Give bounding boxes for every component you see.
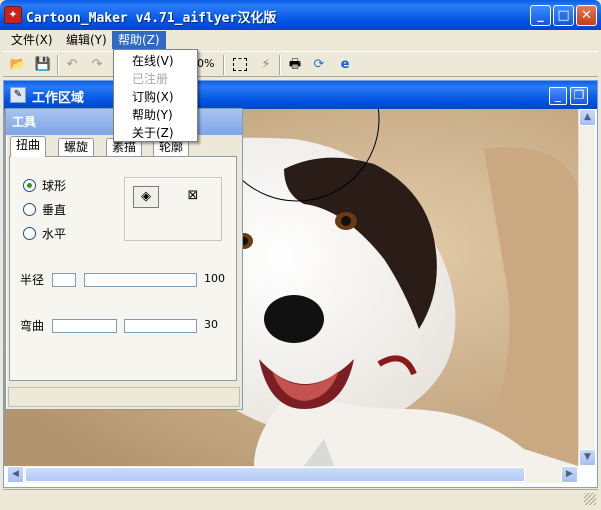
pinch-out-icon[interactable]: ◈ — [133, 186, 159, 208]
minimize-button[interactable]: _ — [530, 5, 551, 26]
close-icon: ✕ — [581, 8, 592, 23]
toolbar-separator — [223, 55, 225, 75]
scroll-down-icon[interactable]: ▼ — [579, 449, 596, 466]
menu-edit[interactable]: 编辑(Y) — [60, 31, 113, 49]
distort-mode-group: ◈ ⊠ — [124, 177, 222, 241]
status-bar — [3, 489, 598, 507]
radio-horizontal[interactable] — [23, 227, 36, 240]
bend-value: 30 — [204, 318, 218, 331]
scroll-left-icon[interactable]: ◀ — [7, 466, 24, 483]
open-folder-icon[interactable]: 📂 — [7, 55, 29, 75]
bend-label: 弯曲 — [20, 319, 45, 333]
work-area-icon: ✎ — [10, 87, 26, 103]
close-button[interactable]: ✕ — [576, 5, 597, 26]
undo-icon[interactable]: ↶ — [61, 55, 83, 75]
help-menu-about[interactable]: 关于(Z) — [116, 124, 195, 142]
pinch-in-icon[interactable]: ⊠ — [180, 186, 206, 208]
radio-sphere[interactable] — [23, 179, 36, 192]
window-title: Cartoon_Maker v4.71_aiflyer汉化版 — [26, 11, 277, 26]
help-menu-help[interactable]: 帮助(Y) — [116, 106, 195, 124]
tab-spiral[interactable]: 螺旋 — [58, 138, 95, 157]
toolbar-separator — [279, 55, 281, 75]
select-rectangle-icon[interactable] — [229, 55, 251, 75]
radius-input[interactable] — [52, 273, 76, 287]
refresh-icon[interactable]: ⟳ — [308, 55, 330, 75]
horizontal-scroll-thumb[interactable] — [25, 467, 525, 482]
app-icon[interactable]: ✦ — [4, 6, 22, 24]
twist-tab-body: 球形 垂直 水平 ◈ ⊠ 半径 100 弯曲 30 — [9, 156, 237, 381]
help-menu-dropdown: 在线(V) 已注册 订购(X) 帮助(Y) 关于(Z) — [113, 49, 198, 142]
radius-label: 半径 — [20, 273, 45, 287]
menu-file[interactable]: 文件(X) — [5, 31, 59, 49]
help-menu-order[interactable]: 订购(X) — [116, 88, 195, 106]
tool-panel-footer — [8, 387, 240, 407]
magic-wand-icon[interactable]: ⚡ — [255, 55, 277, 75]
maximize-button[interactable]: □ — [553, 5, 574, 26]
work-area-title-bar[interactable]: ✎ 工作区域 _ ❐ — [4, 81, 597, 109]
save-icon[interactable]: 💾 — [32, 55, 54, 75]
radio-sphere-label: 球形 — [42, 179, 67, 193]
scroll-right-icon[interactable]: ▶ — [561, 466, 578, 483]
maximize-icon: □ — [557, 8, 570, 23]
menu-bar: 文件(X) 编辑(Y) 帮助(Z) — [3, 30, 598, 50]
title-bar[interactable]: ✦ Cartoon_Maker v4.71_aiflyer汉化版 _ □ ✕ — [0, 0, 601, 30]
radio-vertical-label: 垂直 — [42, 203, 67, 217]
child-restore-button[interactable]: ❐ — [570, 87, 588, 105]
vertical-scrollbar[interactable]: ▲ ▼ — [578, 109, 596, 466]
scroll-up-icon[interactable]: ▲ — [579, 109, 596, 126]
resize-grip-icon[interactable] — [584, 493, 596, 505]
tool-panel: 工具 扭曲 螺旋 素描 轮廓 球形 垂直 水平 ◈ ⊠ 半径 100 弯曲 30 — [5, 108, 243, 410]
toolbar-separator — [57, 55, 59, 75]
bend-input[interactable] — [52, 319, 117, 333]
toolbar: 📂 💾 ↶ ↷ 0% ⚡ 🖶 ⟳ e — [3, 51, 598, 77]
radio-vertical[interactable] — [23, 203, 36, 216]
tab-twist[interactable]: 扭曲 — [10, 136, 47, 157]
bend-slider[interactable] — [124, 319, 197, 333]
print-icon[interactable]: 🖶 — [284, 55, 306, 75]
zoom-level: 0% — [197, 57, 215, 70]
child-minimize-button[interactable]: _ — [549, 87, 567, 105]
ie-icon[interactable]: e — [334, 55, 356, 75]
radius-value: 100 — [204, 272, 225, 285]
horizontal-scrollbar[interactable]: ◀ ▶ — [7, 466, 578, 483]
work-area-title: 工作区域 — [32, 91, 85, 106]
minimize-icon: _ — [537, 8, 544, 23]
radius-slider[interactable] — [84, 273, 197, 287]
help-menu-registered: 已注册 — [132, 72, 169, 86]
help-menu-online[interactable]: 在线(V) — [116, 52, 195, 70]
redo-icon[interactable]: ↷ — [86, 55, 108, 75]
radio-horizontal-label: 水平 — [42, 227, 67, 241]
menu-help[interactable]: 帮助(Z) — [112, 31, 166, 49]
